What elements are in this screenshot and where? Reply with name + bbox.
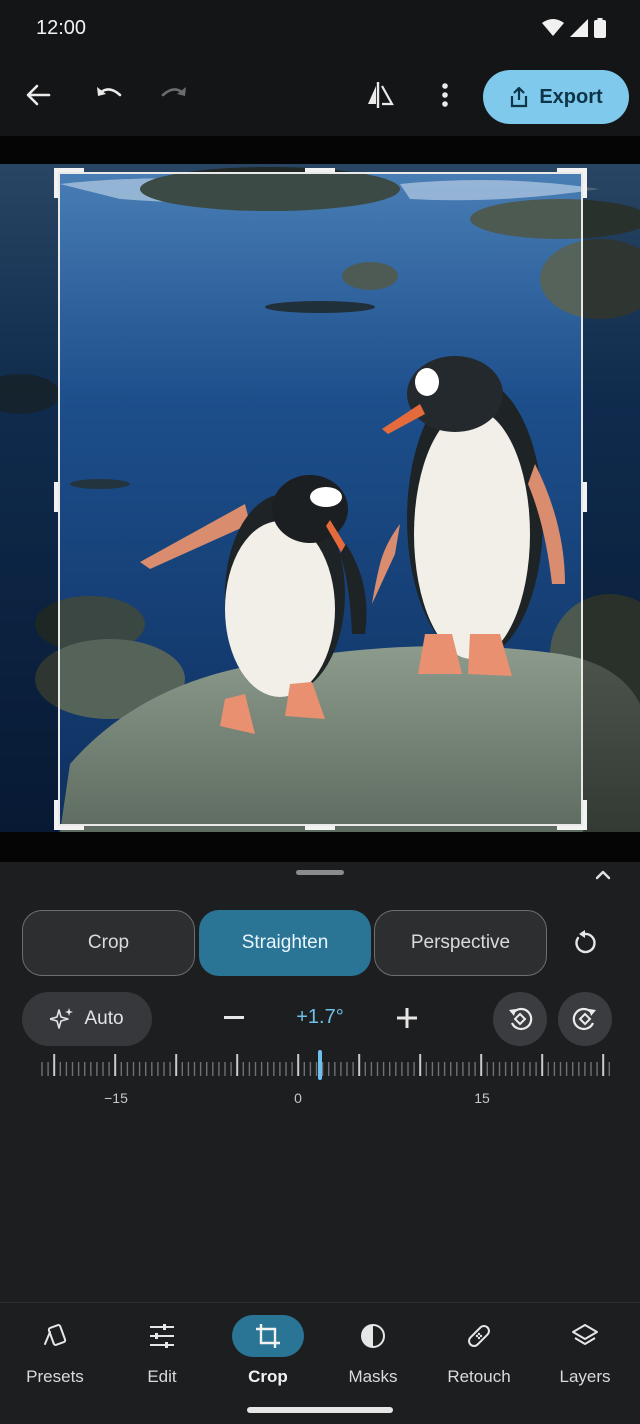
home-indicator[interactable] — [247, 1407, 393, 1413]
rotate-right-button[interactable] — [558, 992, 612, 1046]
nav-retouch-icon-wrap — [443, 1315, 515, 1357]
crop-handle-top[interactable] — [305, 168, 335, 172]
more-vert-icon — [442, 83, 448, 107]
tab-perspective-label: Perspective — [410, 932, 511, 953]
nav-layers-icon-wrap — [549, 1315, 621, 1357]
wifi-icon — [542, 19, 564, 36]
nav-presets-label: Presets — [26, 1367, 84, 1386]
nav-crop-label: Crop — [248, 1367, 288, 1386]
photo-canvas[interactable] — [0, 136, 640, 862]
more-options-button[interactable] — [422, 72, 468, 118]
ruler-ticks — [41, 1050, 610, 1080]
tab-straighten-label: Straighten — [241, 932, 329, 953]
undo-icon — [97, 87, 122, 97]
chevron-up-icon[interactable] — [592, 864, 614, 886]
crop-handle-bottom-right[interactable] — [583, 800, 587, 830]
reset-icon — [575, 930, 596, 954]
redo-button[interactable] — [151, 72, 197, 118]
layers-icon — [572, 1324, 598, 1345]
compare-icon — [368, 82, 394, 108]
app-bar: Export — [0, 58, 640, 136]
compare-button[interactable] — [357, 72, 403, 118]
reset-button[interactable] — [562, 920, 608, 966]
decrease-angle-button[interactable] — [214, 998, 254, 1038]
nav-retouch-label: Retouch — [447, 1367, 511, 1386]
ruler-indicator[interactable] — [318, 1050, 322, 1080]
crop-handle-right[interactable] — [583, 482, 587, 512]
presets-icon — [44, 1324, 67, 1346]
nav-masks-label: Masks — [348, 1367, 398, 1386]
back-button[interactable] — [15, 72, 61, 118]
ruler-label-minus15: −15 — [104, 1090, 128, 1106]
battery-icon — [594, 18, 606, 38]
crop-handle-top-left[interactable] — [54, 168, 84, 172]
undo-button[interactable] — [86, 72, 132, 118]
crop-mask-right — [583, 164, 640, 832]
back-arrow-icon — [26, 84, 51, 106]
crop-handle-top-right[interactable] — [583, 168, 587, 198]
nav-layers[interactable]: Layers — [535, 1315, 635, 1395]
masks-icon — [361, 1324, 385, 1348]
nav-crop-icon-wrap — [232, 1315, 304, 1357]
nav-masks[interactable]: Masks — [323, 1315, 423, 1395]
sparkle-icon — [50, 1008, 74, 1029]
rotate-left-icon — [509, 1007, 533, 1031]
crop-handle-bottom-left[interactable] — [54, 800, 58, 830]
rotate-right-icon — [572, 1007, 596, 1031]
angle-value: +1.7° — [296, 1006, 344, 1028]
crop-handle-top-left[interactable] — [54, 168, 58, 198]
sliders-icon — [150, 1324, 174, 1348]
crop-handle-left[interactable] — [54, 482, 58, 512]
nav-layers-label: Layers — [559, 1367, 611, 1386]
crop-mask-left — [0, 164, 58, 832]
nav-edit-label: Edit — [147, 1367, 177, 1386]
signal-icon — [570, 19, 588, 37]
crop-handle-bottom[interactable] — [305, 826, 335, 830]
panel-drag-handle[interactable] — [296, 870, 344, 875]
tab-straighten[interactable]: Straighten — [199, 910, 371, 976]
nav-edit[interactable]: Edit — [112, 1315, 212, 1395]
status-time: 12:00 — [36, 17, 87, 39]
nav-presets-icon-wrap — [19, 1315, 91, 1357]
crop-icon — [256, 1324, 280, 1348]
tab-crop-label: Crop — [87, 932, 130, 953]
status-icons — [542, 18, 606, 38]
increase-angle-button[interactable] — [387, 998, 427, 1038]
bandage-icon — [468, 1325, 490, 1347]
share-icon — [511, 86, 528, 108]
minus-icon — [224, 1016, 244, 1019]
export-button[interactable]: Export — [483, 70, 629, 124]
nav-crop[interactable]: Crop — [218, 1315, 318, 1395]
nav-edit-icon-wrap — [126, 1315, 198, 1357]
export-label: Export — [539, 85, 603, 108]
redo-icon — [161, 87, 186, 97]
nav-masks-icon-wrap — [337, 1315, 409, 1357]
ruler-label-0: 0 — [294, 1090, 302, 1106]
crop-panel: Crop Straighten Perspective Auto +1.7° −… — [0, 862, 640, 1302]
ruler-label-15: 15 — [474, 1090, 490, 1106]
nav-retouch[interactable]: Retouch — [429, 1315, 529, 1395]
rotate-left-button[interactable] — [493, 992, 547, 1046]
straighten-ruler[interactable]: −15 0 15 — [0, 1050, 640, 1110]
crop-handle-bottom-left[interactable] — [54, 826, 84, 830]
tab-crop[interactable]: Crop — [22, 910, 195, 976]
plus-icon — [397, 1008, 417, 1028]
auto-label: Auto — [84, 1008, 124, 1029]
bottom-nav: Presets Edit Crop Masks Retouch Layers — [0, 1302, 640, 1424]
status-bar: 12:00 — [0, 0, 640, 58]
tab-perspective[interactable]: Perspective — [374, 910, 547, 976]
crop-frame[interactable] — [58, 172, 583, 826]
auto-straighten-button[interactable]: Auto — [22, 992, 152, 1046]
nav-presets[interactable]: Presets — [5, 1315, 105, 1395]
